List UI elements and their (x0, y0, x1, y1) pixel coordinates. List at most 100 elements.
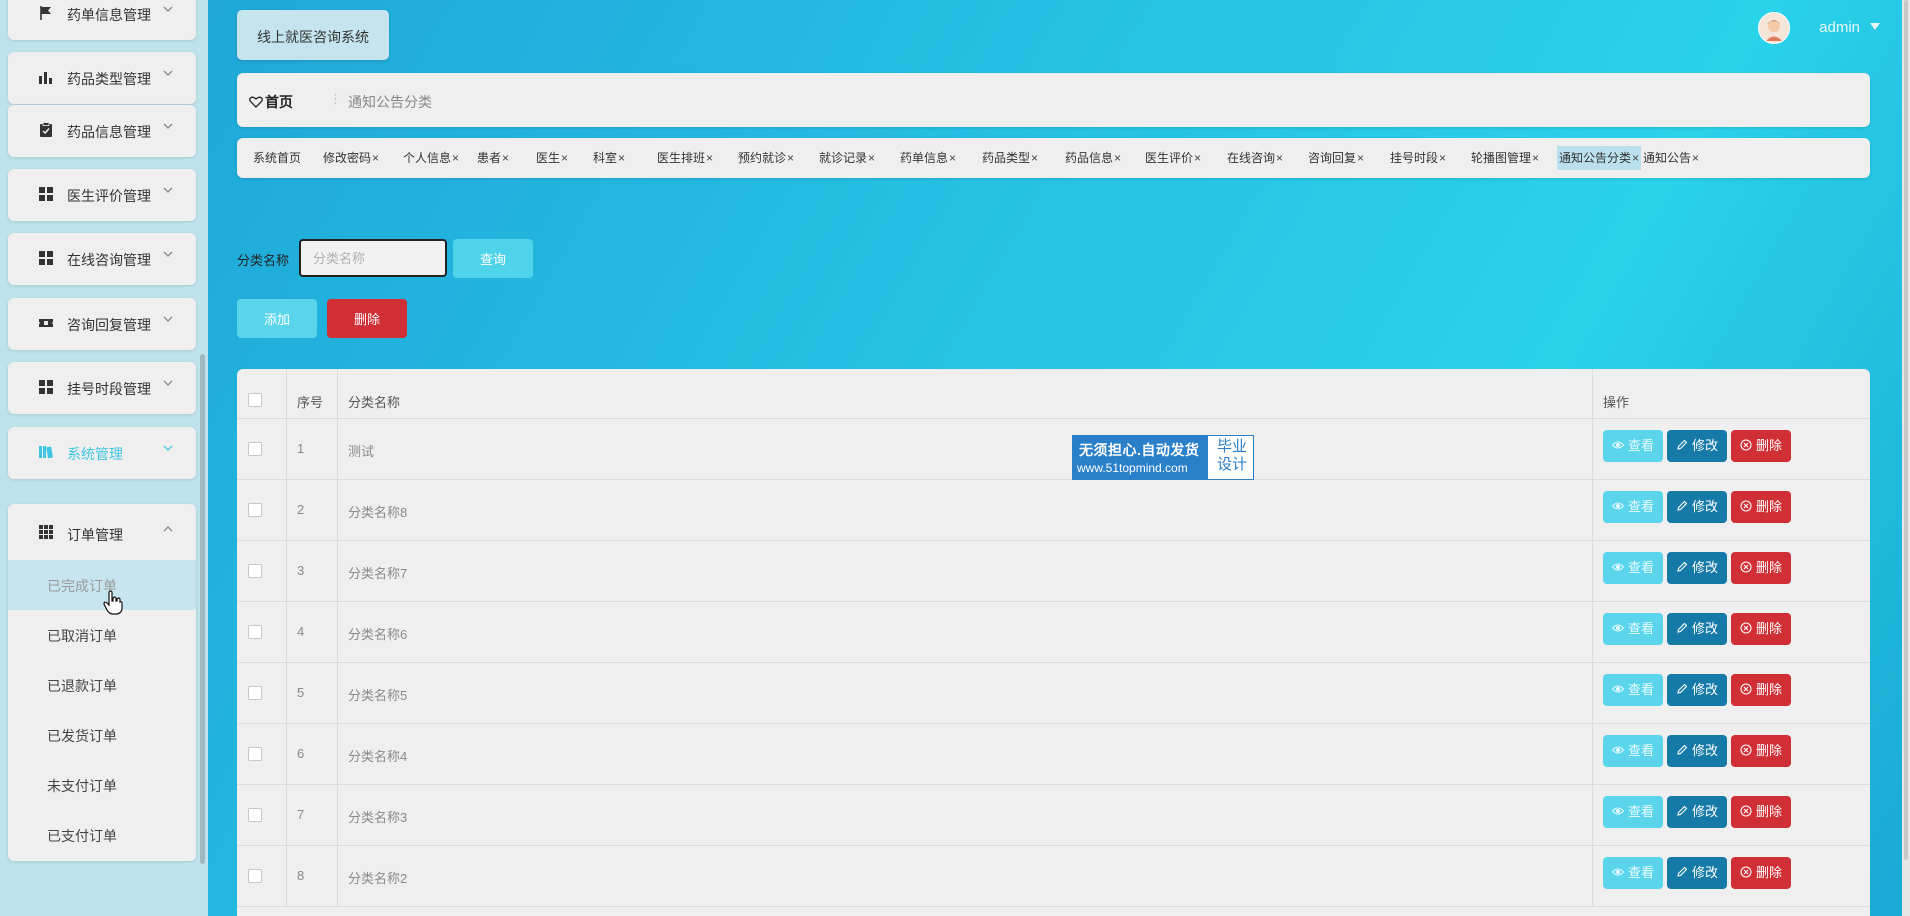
row-checkbox[interactable] (248, 808, 262, 822)
category-name-search-input[interactable] (299, 239, 447, 277)
tab-17[interactable]: 轮播图管理× (1471, 146, 1539, 170)
sidebar-item-doctor-review[interactable]: 医生评价管理 (8, 169, 196, 221)
eye-icon (1611, 746, 1624, 754)
view-button[interactable]: 查看 (1603, 674, 1663, 706)
sidebar-scrollbar[interactable] (200, 354, 205, 864)
submenu-item-cancelled-orders[interactable]: 已取消订单 (8, 610, 196, 660)
tab-12[interactable]: 药品信息× (1065, 146, 1121, 170)
delete-button[interactable]: 删除 (1731, 796, 1791, 828)
close-icon[interactable]: × (502, 151, 509, 165)
sidebar-item-drug-info[interactable]: 药品信息管理 (8, 105, 196, 157)
close-icon[interactable]: × (1632, 151, 1639, 165)
delete-button[interactable]: 删除 (1731, 674, 1791, 706)
edit-button[interactable]: 修改 (1667, 430, 1727, 462)
row-checkbox[interactable] (248, 503, 262, 517)
close-icon[interactable]: × (1114, 151, 1121, 165)
sidebar-item-consult-reply[interactable]: 咨询回复管理 (8, 298, 196, 350)
tab-10[interactable]: 药单信息× (900, 146, 956, 170)
close-icon[interactable]: × (706, 151, 713, 165)
close-icon[interactable]: × (618, 151, 625, 165)
close-icon[interactable]: × (1194, 151, 1201, 165)
batch-delete-button[interactable]: 删除 (327, 299, 407, 338)
view-button[interactable]: 查看 (1603, 430, 1663, 462)
view-button[interactable]: 查看 (1603, 796, 1663, 828)
order-menu-header[interactable]: 订单管理 (8, 504, 196, 560)
tab-15[interactable]: 咨询回复× (1308, 146, 1364, 170)
tab-1[interactable]: 系统首页 (253, 146, 301, 170)
close-icon[interactable]: × (868, 151, 875, 165)
delete-button[interactable]: 删除 (1731, 552, 1791, 584)
edit-button[interactable]: 修改 (1667, 796, 1727, 828)
sidebar-item-time-slot[interactable]: 挂号时段管理 (8, 362, 196, 414)
close-icon[interactable]: × (787, 151, 794, 165)
edit-button[interactable]: 修改 (1667, 613, 1727, 645)
close-icon[interactable]: × (949, 151, 956, 165)
row-checkbox[interactable] (248, 747, 262, 761)
row-name: 分类名称2 (348, 871, 408, 886)
close-icon[interactable]: × (1357, 151, 1364, 165)
close-icon[interactable]: × (1692, 151, 1699, 165)
submenu-item-completed-orders[interactable]: 已完成订单 (8, 560, 196, 610)
view-button[interactable]: 查看 (1603, 552, 1663, 584)
tab-14[interactable]: 在线咨询× (1227, 146, 1283, 170)
page-scrollbar[interactable] (1902, 0, 1910, 916)
close-icon[interactable]: × (1532, 151, 1539, 165)
view-button[interactable]: 查看 (1603, 857, 1663, 889)
user-menu[interactable]: admin (1750, 11, 1880, 44)
view-button[interactable]: 查看 (1603, 613, 1663, 645)
row-checkbox[interactable] (248, 442, 262, 456)
close-icon[interactable]: × (452, 151, 459, 165)
page-scrollbar-thumb[interactable] (1904, 0, 1908, 860)
sidebar-item-prescription[interactable]: 药单信息管理 (8, 0, 196, 40)
sidebar-item-system[interactable]: 系统管理 (8, 427, 196, 479)
sidebar-item-drug-type[interactable]: 药品类型管理 (8, 52, 196, 104)
sidebar-item-online-consult[interactable]: 在线咨询管理 (8, 233, 196, 285)
close-icon[interactable]: × (1276, 151, 1283, 165)
add-button[interactable]: 添加 (237, 299, 317, 338)
tab-11[interactable]: 药品类型× (982, 146, 1038, 170)
delete-button[interactable]: 删除 (1731, 491, 1791, 523)
close-icon[interactable]: × (372, 151, 379, 165)
grid-icon (39, 187, 53, 201)
submenu-item-paid-orders[interactable]: 已支付订单 (8, 810, 196, 860)
tab-8[interactable]: 预约就诊× (738, 146, 794, 170)
tab-9[interactable]: 就诊记录× (819, 146, 875, 170)
close-icon[interactable]: × (1031, 151, 1038, 165)
edit-button[interactable]: 修改 (1667, 552, 1727, 584)
chevron-up-icon (163, 526, 173, 532)
select-all-checkbox[interactable] (248, 393, 262, 407)
delete-button[interactable]: 删除 (1731, 735, 1791, 767)
tab-5[interactable]: 医生× (536, 146, 568, 170)
row-checkbox[interactable] (248, 564, 262, 578)
tab-7[interactable]: 医生排班× (657, 146, 713, 170)
row-checkbox[interactable] (248, 686, 262, 700)
edit-button[interactable]: 修改 (1667, 857, 1727, 889)
view-button[interactable]: 查看 (1603, 491, 1663, 523)
system-title-button[interactable]: 线上就医咨询系统 (237, 10, 389, 60)
view-button[interactable]: 查看 (1603, 735, 1663, 767)
tab-3[interactable]: 个人信息× (403, 146, 459, 170)
query-button[interactable]: 查询 (453, 239, 533, 278)
tab-18[interactable]: 通知公告分类× (1557, 146, 1642, 170)
tab-2[interactable]: 修改密码× (323, 146, 379, 170)
submenu-item-refunded-orders[interactable]: 已退款订单 (8, 660, 196, 710)
breadcrumb-home[interactable]: 首页 (249, 92, 293, 112)
submenu-item-unpaid-orders[interactable]: 未支付订单 (8, 760, 196, 810)
delete-button[interactable]: 删除 (1731, 430, 1791, 462)
edit-button[interactable]: 修改 (1667, 735, 1727, 767)
tab-16[interactable]: 挂号时段× (1390, 146, 1446, 170)
close-icon[interactable]: × (561, 151, 568, 165)
row-checkbox[interactable] (248, 625, 262, 639)
delete-button[interactable]: 删除 (1731, 613, 1791, 645)
tab-13[interactable]: 医生评价× (1145, 146, 1201, 170)
row-checkbox[interactable] (248, 869, 262, 883)
edit-button[interactable]: 修改 (1667, 674, 1727, 706)
edit-button[interactable]: 修改 (1667, 491, 1727, 523)
submenu-item-label: 已发货订单 (47, 728, 117, 744)
delete-button[interactable]: 删除 (1731, 857, 1791, 889)
tab-19[interactable]: 通知公告× (1643, 146, 1699, 170)
tab-4[interactable]: 患者× (477, 146, 509, 170)
close-icon[interactable]: × (1439, 151, 1446, 165)
tab-6[interactable]: 科室× (593, 146, 625, 170)
submenu-item-shipped-orders[interactable]: 已发货订单 (8, 710, 196, 760)
